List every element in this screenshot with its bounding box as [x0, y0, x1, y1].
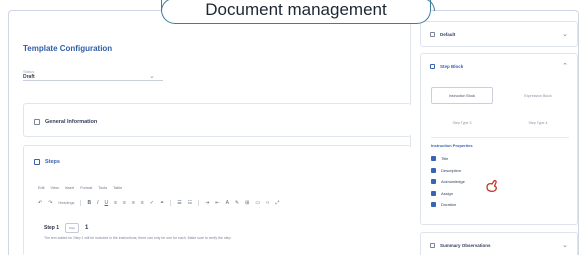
clipboard-icon — [430, 243, 435, 248]
checkbox-checked-icon[interactable] — [431, 179, 436, 185]
table-icon[interactable]: ⊞ — [245, 200, 249, 206]
property-label: Title — [441, 156, 449, 162]
justify-icon[interactable]: ≡ — [141, 200, 144, 206]
step-block-section: Step Block ⌃ Instruction Block Expressio… — [420, 53, 578, 225]
align-left-icon[interactable]: ≡ — [114, 200, 117, 206]
step-row: Step 1 Step 1 — [44, 223, 88, 233]
block-icon — [430, 64, 435, 69]
property-duration[interactable]: Duration — [431, 199, 465, 211]
page-title: Template Configuration — [23, 44, 113, 53]
property-description[interactable]: Description — [431, 165, 465, 177]
general-info-label: General Information — [45, 119, 98, 125]
menu-insert[interactable]: Insert — [65, 186, 75, 190]
step-type-select[interactable]: Step — [65, 223, 80, 233]
step-description[interactable]: The text added for Step 1 will be includ… — [44, 236, 232, 240]
steps-header[interactable]: Steps — [34, 159, 60, 165]
step-block-label: Step Block — [440, 64, 464, 69]
toolbar-divider — [80, 200, 82, 206]
menu-tools[interactable]: Tools — [98, 186, 107, 190]
step-label: Step 1 — [44, 225, 60, 231]
highlight-icon[interactable]: ✎ — [235, 200, 239, 206]
checkbox-checked-icon[interactable] — [431, 156, 436, 162]
align-right-icon[interactable]: ≡ — [132, 200, 135, 206]
toolbar-divider — [170, 200, 172, 206]
summary-label: Summary Observations — [440, 243, 491, 248]
editor-toolbar: ↶ ↷ Headings B I U ≡ ≡ ≡ ≡ ✓ ⚭ ☰ ☷ ⇥ ⇤ A — [38, 198, 404, 208]
steps-label: Steps — [45, 159, 60, 165]
menu-format[interactable]: Format — [80, 186, 92, 190]
undo-icon[interactable]: ↶ — [38, 200, 42, 206]
property-assign[interactable]: Assign — [431, 188, 465, 200]
properties-title: Instruction Properties — [431, 143, 473, 148]
general-info-header[interactable]: General Information — [34, 119, 97, 125]
main-panel: Template Configuration Status Draft ⌄ Ge… — [9, 11, 411, 255]
fullscreen-icon[interactable]: ⤢ — [275, 200, 279, 206]
step-type-3-button[interactable]: Step Type 3 — [431, 114, 493, 131]
editor-menubar: Edit View Insert Format Tools Table — [38, 186, 122, 190]
bold-icon[interactable]: B — [87, 200, 91, 206]
default-section[interactable]: Default ⌄ — [420, 21, 578, 47]
property-title[interactable]: Title — [431, 153, 465, 165]
document-icon — [34, 119, 40, 125]
pointer-hand-icon — [486, 179, 497, 193]
indent-icon[interactable]: ⇥ — [205, 200, 209, 206]
underline-icon[interactable]: U — [104, 200, 108, 206]
instruction-block-button[interactable]: Instruction Block — [431, 87, 493, 104]
status-underline — [23, 80, 163, 81]
property-label: Description — [441, 167, 462, 173]
step-type-4-button[interactable]: Step Type 4 — [507, 114, 569, 131]
toolbar-divider — [198, 200, 200, 206]
chevron-up-icon[interactable]: ⌃ — [562, 62, 568, 70]
step-number: 1 — [85, 225, 89, 231]
app-canvas: Template Configuration Status Draft ⌄ Ge… — [8, 10, 579, 255]
checkbox-checked-icon[interactable] — [431, 167, 436, 173]
italic-icon[interactable]: I — [97, 200, 98, 206]
callout-title: Document management — [205, 0, 387, 19]
general-info-section[interactable]: General Information — [23, 103, 411, 137]
list-icon — [34, 159, 40, 165]
step-block-header[interactable]: Step Block — [430, 64, 463, 69]
checkbox-checked-icon[interactable] — [431, 202, 436, 208]
side-panel: Default ⌄ Step Block ⌃ Instruction Block… — [420, 11, 578, 255]
chevron-down-icon[interactable]: ⌄ — [562, 241, 568, 249]
property-label: Acknowledge — [441, 179, 465, 185]
menu-edit[interactable]: Edit — [38, 186, 45, 190]
bullet-list-icon[interactable]: ☰ — [177, 200, 181, 206]
property-label: Assign — [441, 190, 454, 196]
align-center-icon[interactable]: ≡ — [123, 200, 126, 206]
property-label: Duration — [441, 202, 457, 208]
summary-section[interactable]: Summary Observations ⌄ — [420, 232, 578, 255]
callout-label: Document management — [160, 0, 435, 24]
expression-block-button[interactable]: Expression Block — [507, 87, 569, 104]
check-icon[interactable]: ✓ — [150, 200, 154, 206]
image-icon[interactable]: ▭ — [255, 200, 260, 206]
numbered-list-icon[interactable]: ☷ — [188, 200, 192, 206]
menu-table[interactable]: Table — [113, 186, 122, 190]
code-icon[interactable]: ‹› — [266, 200, 269, 206]
link-icon[interactable]: ⚭ — [160, 200, 164, 206]
paragraph-select[interactable]: Headings — [58, 201, 74, 205]
default-header[interactable]: Default — [430, 32, 455, 37]
divider — [431, 137, 569, 138]
checkbox-checked-icon[interactable] — [431, 190, 436, 196]
default-label: Default — [440, 32, 456, 37]
chevron-down-icon[interactable]: ⌄ — [149, 72, 155, 80]
menu-view[interactable]: View — [51, 186, 59, 190]
properties-list: Title Description Acknowledge Assign Dur… — [431, 153, 465, 211]
summary-header[interactable]: Summary Observations — [430, 243, 491, 248]
property-acknowledge[interactable]: Acknowledge — [431, 176, 465, 188]
chevron-down-icon[interactable]: ⌄ — [562, 30, 568, 38]
text-color-icon[interactable]: A — [226, 200, 229, 206]
outdent-icon[interactable]: ⇤ — [215, 200, 219, 206]
steps-section: Steps Edit View Insert Format Tools Tabl… — [23, 145, 411, 255]
redo-icon[interactable]: ↷ — [48, 200, 52, 206]
document-icon — [430, 32, 435, 37]
